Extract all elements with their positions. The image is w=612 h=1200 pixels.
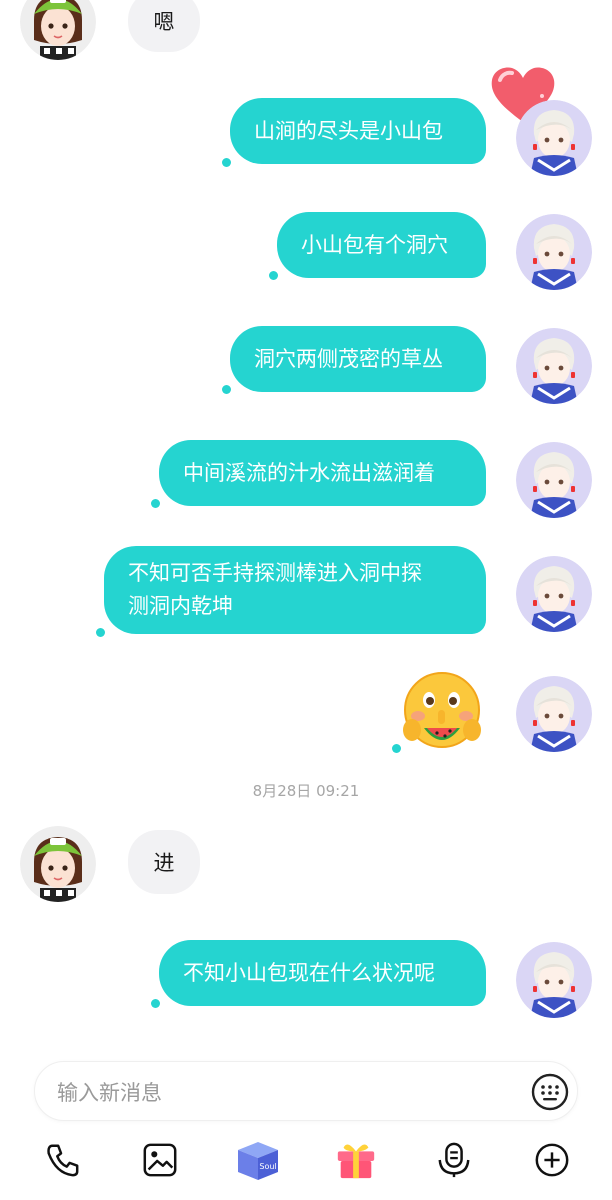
avatar-self[interactable] bbox=[516, 100, 592, 176]
soul-gift-box-icon[interactable]: Soul bbox=[234, 1136, 282, 1184]
avatar-self[interactable] bbox=[516, 328, 592, 404]
message-bubble-outgoing[interactable]: 山涧的尽头是小山包 bbox=[230, 98, 486, 164]
image-icon[interactable] bbox=[138, 1138, 182, 1182]
read-indicator bbox=[222, 385, 231, 394]
add-icon[interactable] bbox=[530, 1138, 574, 1182]
message-bubble-outgoing[interactable]: 中间溪流的汁水流出滋润着 bbox=[159, 440, 486, 506]
message-bubble-outgoing[interactable]: 不知小山包现在什么状况呢 bbox=[159, 940, 486, 1006]
message-bubble-outgoing[interactable]: 洞穴两侧茂密的草丛 bbox=[230, 326, 486, 392]
message-bubble-outgoing[interactable]: 小山包有个洞穴 bbox=[277, 212, 486, 278]
avatar-self[interactable] bbox=[516, 556, 592, 632]
message-input[interactable]: 输入新消息 bbox=[34, 1061, 578, 1121]
read-indicator bbox=[222, 158, 231, 167]
avatar-self[interactable] bbox=[516, 442, 592, 518]
message-text: 进 bbox=[153, 851, 175, 875]
voice-icon[interactable] bbox=[432, 1138, 476, 1182]
avatar-self[interactable] bbox=[516, 214, 592, 290]
read-indicator bbox=[151, 999, 160, 1008]
timestamp: 8月28日 09:21 bbox=[252, 782, 360, 800]
message-bubble-incoming[interactable]: 进 bbox=[128, 830, 200, 894]
message-text: 不知小山包现在什么状况呢 bbox=[183, 960, 435, 985]
read-indicator bbox=[392, 744, 401, 753]
read-indicator bbox=[269, 271, 278, 280]
message-text: 洞穴两侧茂密的草丛 bbox=[254, 346, 443, 371]
avatar-other[interactable] bbox=[20, 826, 96, 902]
message-text: 中间溪流的汁水流出滋润着 bbox=[183, 460, 435, 485]
message-bubble-incoming[interactable]: 嗯 bbox=[128, 0, 200, 52]
message-text-line-2: 测洞内乾坤 bbox=[128, 594, 233, 618]
emoji-face-eating-watermelon-icon[interactable] bbox=[400, 670, 484, 754]
avatar-other[interactable] bbox=[20, 0, 96, 60]
emoji-keyboard-icon[interactable] bbox=[531, 1073, 569, 1111]
phone-icon[interactable] bbox=[40, 1138, 84, 1182]
avatar-self[interactable] bbox=[516, 942, 592, 1018]
svg-text:Soul: Soul bbox=[259, 1162, 276, 1171]
read-indicator bbox=[151, 499, 160, 508]
read-indicator bbox=[96, 628, 105, 637]
message-text: 嗯 bbox=[153, 10, 175, 34]
avatar-self[interactable] bbox=[516, 676, 592, 752]
message-input-placeholder: 输入新消息 bbox=[57, 1081, 162, 1105]
message-text-line-1: 不知可否手持探测棒进入洞中探 bbox=[128, 561, 422, 585]
message-bubble-outgoing[interactable]: 不知可否手持探测棒进入洞中探 测洞内乾坤 bbox=[104, 546, 486, 634]
gift-icon[interactable] bbox=[333, 1137, 379, 1183]
message-text: 小山包有个洞穴 bbox=[301, 232, 448, 257]
message-text: 山涧的尽头是小山包 bbox=[254, 118, 443, 143]
